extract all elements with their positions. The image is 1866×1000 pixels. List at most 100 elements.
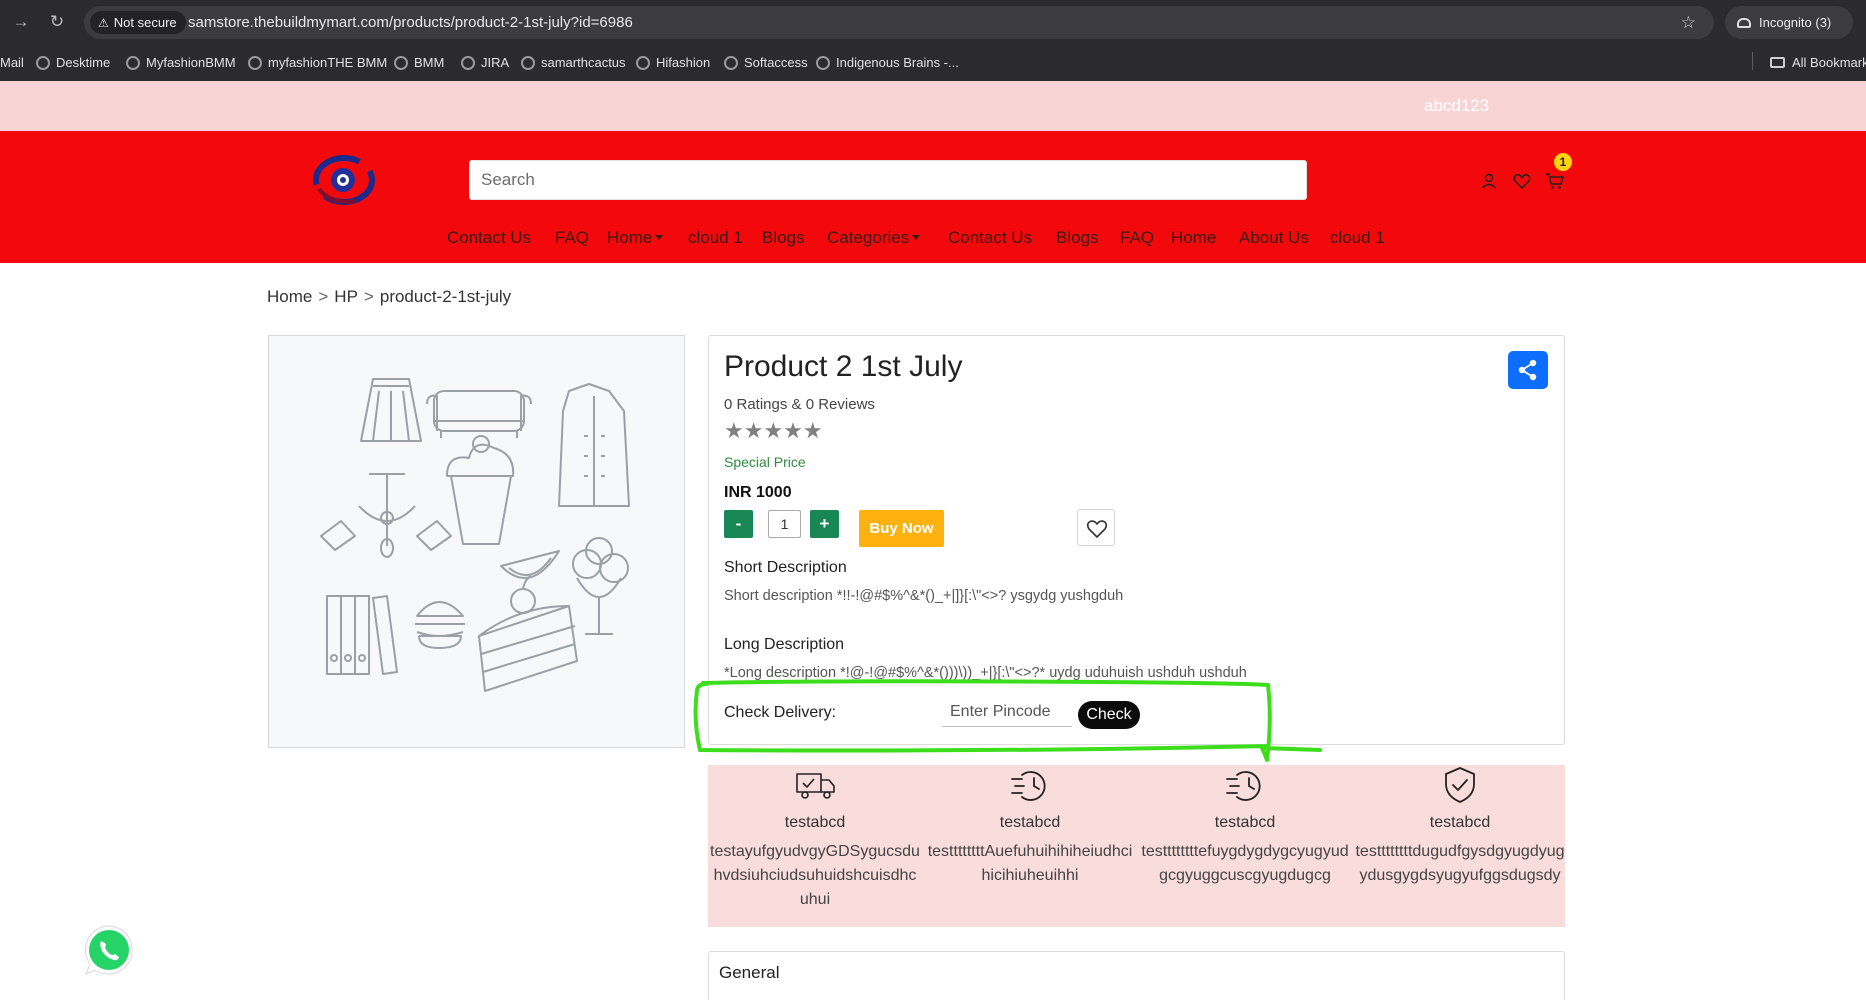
bookmark-item[interactable]: Softaccess	[724, 45, 808, 81]
breadcrumb: Home > HP > product-2-1st-july	[267, 287, 512, 306]
promo-bar: abcd123	[0, 81, 1866, 131]
feature-title: testabcd	[784, 814, 846, 831]
incognito-indicator[interactable]: Incognito (3)	[1725, 6, 1853, 39]
feature-description: testtttttttAuefuhuihihiheiudhcihicihiuhe…	[927, 843, 1133, 884]
incognito-icon	[1737, 18, 1751, 28]
favicon-icon	[724, 56, 738, 70]
menu-item-blogs[interactable]: Blogs	[762, 224, 805, 252]
menu-item-cloud-1[interactable]: cloud 1	[1330, 224, 1385, 252]
breadcrumb-current: product-2-1st-july	[379, 287, 512, 306]
breadcrumb-home[interactable]: Home	[267, 287, 312, 306]
bookmark-item[interactable]: Indigenous Brains -...	[816, 45, 959, 81]
forward-icon[interactable]: →	[10, 11, 32, 33]
menu-item-home-dropdown[interactable]: Home	[607, 224, 664, 252]
bookmarks-divider	[1752, 52, 1753, 70]
feature-description: testtttttttefuygdygdygcyugyudgcgyuggcusc…	[1141, 843, 1349, 884]
favicon-icon	[248, 56, 262, 70]
long-description-text: *Long description *!@-!@#$%^&*()))\))_+|…	[724, 665, 1247, 681]
cart-icon[interactable]	[1545, 171, 1565, 191]
feature-item: testabcd testtttttttAuefuhuihihiheiudhci…	[923, 765, 1137, 927]
menu-item-cloud-1[interactable]: cloud 1	[688, 224, 743, 252]
bookmark-item[interactable]: JIRA	[461, 45, 509, 81]
feature-item: testabcd testtttttttdugudfgysdgyugdyugyd…	[1353, 765, 1567, 927]
breadcrumb-category[interactable]: HP	[334, 287, 358, 306]
reload-icon[interactable]: ↻	[46, 11, 68, 33]
bookmark-item[interactable]: myfashionTHE BMM	[248, 45, 387, 81]
fast-clock-icon	[1226, 771, 1261, 801]
caret-down-icon	[655, 235, 664, 240]
not-secure-chip[interactable]: ⚠ Not secure	[90, 11, 186, 34]
check-delivery-label: Check Delivery:	[724, 704, 837, 721]
menu-item-contact-us[interactable]: Contact Us	[447, 224, 531, 252]
buy-now-button[interactable]: Buy Now	[859, 510, 944, 547]
product-info-card: Product 2 1st July 0 Ratings & 0 Reviews…	[708, 335, 1565, 745]
favicon-icon	[394, 56, 408, 70]
shield-check-icon	[1445, 767, 1475, 803]
menu-item-about-us[interactable]: About Us	[1239, 224, 1309, 252]
short-description-heading: Short Description	[724, 559, 847, 576]
bookmark-item[interactable]: Desktime	[36, 45, 110, 81]
product-title: Product 2 1st July	[724, 350, 963, 383]
bookmarks-bar: Mail Desktime MyfashionBMM myfashionTHE …	[0, 45, 1866, 81]
decrease-quantity-button[interactable]: -	[724, 510, 753, 538]
menu-item-faq[interactable]: FAQ	[555, 224, 589, 252]
favicon-icon	[636, 56, 650, 70]
long-description-heading: Long Description	[724, 636, 845, 653]
browser-toolbar: → ↻ ⚠ Not secure samstore.thebuildmymart.…	[0, 0, 1866, 45]
short-description-text: Short description *!!-!@#$%^&*()_+|]}[:\…	[724, 588, 1124, 604]
increase-quantity-button[interactable]: +	[810, 510, 839, 538]
all-bookmarks-button[interactable]: All Bookmarks	[1770, 45, 1866, 81]
bookmark-item[interactable]: MyfashionBMM	[126, 45, 236, 81]
bookmark-item[interactable]: BMM	[394, 45, 444, 81]
feature-description: testayufgyudvgyGDSygucsduhvdsiuhciudsuhu…	[710, 843, 920, 908]
pincode-input[interactable]	[942, 697, 1072, 727]
bookmark-item[interactable]: Mail	[0, 45, 24, 81]
add-to-wishlist-button[interactable]	[1077, 509, 1115, 546]
star-rating[interactable]: ★★★★★	[724, 418, 823, 444]
special-price-label: Special Price	[724, 454, 806, 470]
user-icon[interactable]	[1479, 171, 1499, 191]
favicon-icon	[521, 56, 535, 70]
menu-item-contact-us[interactable]: Contact Us	[948, 224, 1032, 252]
warning-icon: ⚠	[98, 16, 109, 30]
heart-icon	[1086, 520, 1108, 538]
product-image[interactable]	[268, 335, 685, 748]
favicon-icon	[461, 56, 475, 70]
bookmark-item[interactable]: Hifashion	[636, 45, 710, 81]
address-bar[interactable]: ⚠ Not secure samstore.thebuildmymart.com/…	[84, 6, 1714, 39]
bookmark-star-icon[interactable]: ☆	[1681, 6, 1696, 39]
fast-clock-icon	[1011, 771, 1046, 801]
promo-text: abcd123	[1424, 96, 1490, 115]
menu-item-faq[interactable]: FAQ	[1120, 224, 1154, 252]
feature-title: testabcd	[999, 814, 1061, 831]
delivery-truck-icon	[796, 773, 835, 799]
favicon-icon	[36, 56, 50, 70]
feature-item: testabcd testtttttttefuygdygdygcyugyudgc…	[1138, 765, 1352, 927]
product-placeholder-image	[320, 378, 630, 692]
menu-item-home[interactable]: Home	[1171, 224, 1216, 252]
share-icon	[1518, 359, 1537, 381]
caret-down-icon	[912, 235, 921, 240]
favicon-icon	[126, 56, 140, 70]
whatsapp-chat-button[interactable]	[81, 922, 137, 978]
menu-item-blogs[interactable]: Blogs	[1056, 224, 1099, 252]
feature-title: testabcd	[1429, 814, 1491, 831]
menu-item-categories-dropdown[interactable]: Categories	[827, 224, 921, 252]
main-menu: Contact Us FAQ Home cloud 1 Blogs Catego…	[0, 224, 1866, 252]
ratings-summary[interactable]: 0 Ratings & 0 Reviews	[724, 396, 875, 413]
check-delivery-button[interactable]: Check	[1078, 701, 1140, 729]
url-text[interactable]: samstore.thebuildmymart.com/products/pro…	[188, 6, 633, 39]
quantity-input[interactable]: 1	[768, 510, 801, 538]
share-button[interactable]	[1508, 351, 1548, 389]
heart-icon[interactable]	[1512, 171, 1532, 191]
feature-item: testabcd testayufgyudvgyGDSygucsduhvdsiu…	[708, 765, 922, 927]
bookmark-item[interactable]: samarthcactus	[521, 45, 626, 81]
site-logo[interactable]	[311, 151, 377, 209]
favicon-icon	[816, 56, 830, 70]
general-heading: General	[719, 963, 780, 982]
search-input[interactable]	[469, 160, 1307, 200]
general-section: General	[708, 951, 1565, 1000]
price: INR 1000	[724, 484, 792, 501]
feature-title: testabcd	[1214, 814, 1276, 831]
cart-count-badge: 1	[1554, 153, 1572, 171]
